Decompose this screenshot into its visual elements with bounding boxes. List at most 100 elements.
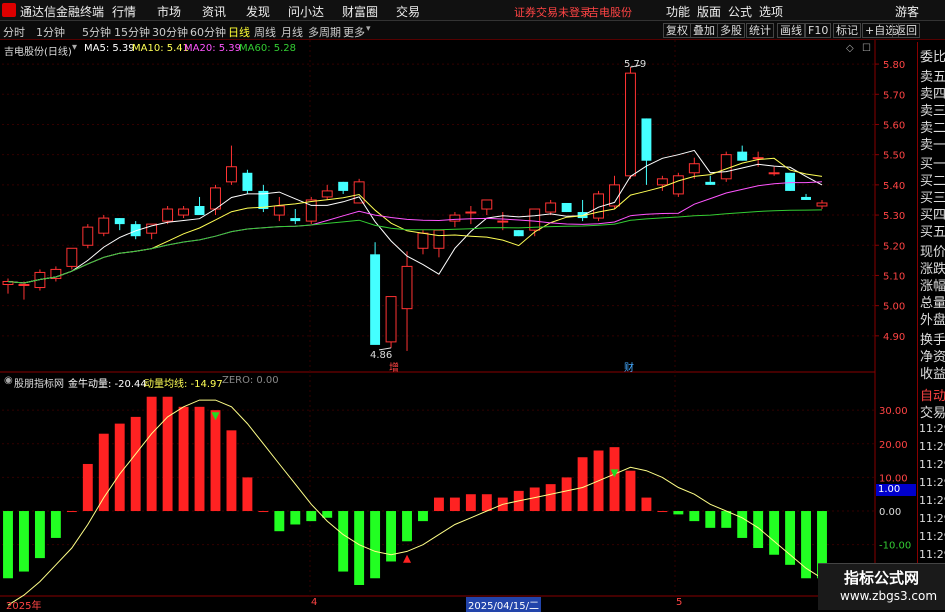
- menu-layout[interactable]: 版面: [697, 3, 721, 20]
- period-daily[interactable]: 日线: [228, 24, 250, 40]
- draw-line-button[interactable]: 画线: [777, 23, 805, 38]
- period-15min[interactable]: 15分钟: [114, 24, 150, 40]
- more-chevron-icon[interactable]: ▾: [366, 24, 371, 34]
- period-60min[interactable]: 60分钟: [190, 24, 226, 40]
- price-tick-label: 5.80: [883, 60, 905, 71]
- candle-body-down: [370, 254, 381, 345]
- candle-body-up: [816, 202, 828, 207]
- period-more[interactable]: 更多: [343, 24, 365, 40]
- momentum-bar-positive: [258, 511, 269, 513]
- menu-trade[interactable]: 交易: [396, 3, 420, 20]
- period-multi[interactable]: 多周期: [308, 24, 341, 40]
- event-marker-finance[interactable]: 财: [624, 359, 634, 374]
- restore-right-button[interactable]: 复权: [663, 23, 691, 38]
- momentum-bar-negative: [3, 511, 13, 579]
- tick-time: 11:29: [919, 494, 945, 507]
- menu-market[interactable]: 市场: [157, 3, 181, 20]
- multi-stock-button[interactable]: 多股: [717, 23, 745, 38]
- menu-quotes[interactable]: 行情: [112, 3, 136, 20]
- mark-button[interactable]: 标记: [833, 23, 861, 38]
- candle-body-up: [433, 229, 445, 249]
- price-tick-label: 5.20: [883, 241, 905, 252]
- price-tick-label: 5.40: [883, 181, 905, 192]
- indicator-tick-label: 30.00: [879, 406, 908, 417]
- candle-body-up: [768, 172, 780, 175]
- sidebar-earnings: 收益: [920, 367, 945, 382]
- menu-ask[interactable]: 问小达: [288, 3, 324, 20]
- candle-body-up: [305, 199, 317, 222]
- period-5min[interactable]: 5分钟: [82, 24, 111, 40]
- momentum-avg-line: [7, 399, 823, 606]
- indicator-tick-label: 0.00: [879, 507, 901, 518]
- momentum-bar-negative: [785, 511, 796, 565]
- candle-body-up: [625, 72, 636, 177]
- momentum-bar-positive: [82, 463, 93, 512]
- candle-body-down: [641, 118, 652, 161]
- period-monthly[interactable]: 月线: [281, 24, 303, 40]
- momentum-bar-negative: [274, 511, 285, 532]
- momentum-bar-negative: [721, 511, 732, 528]
- overlay-button[interactable]: 叠加: [690, 23, 718, 38]
- momentum-bar-positive: [66, 511, 77, 513]
- momentum-bar-negative: [705, 511, 716, 528]
- momentum-bar-negative: [50, 511, 61, 538]
- app-title: 通达信金融终端: [20, 5, 105, 19]
- candle-body-down: [705, 181, 716, 185]
- price-tick-label: 5.70: [883, 90, 905, 101]
- tick-time: 11:29: [919, 476, 945, 489]
- sidebar-ask1: 卖一: [920, 138, 945, 153]
- menu-formula[interactable]: 公式: [728, 3, 752, 20]
- guest-label[interactable]: 游客: [895, 3, 919, 20]
- sidebar-trade[interactable]: 交易: [920, 402, 945, 421]
- buy-arrow-icon: [403, 554, 412, 563]
- menu-wealth[interactable]: 财富圈: [342, 3, 378, 20]
- candle-body-down: [513, 230, 524, 237]
- candle-body-up: [449, 214, 461, 222]
- candle-body-up: [226, 166, 237, 183]
- candle-body-up: [752, 157, 764, 160]
- candle-body-up: [656, 178, 668, 186]
- menu-options[interactable]: 选项: [759, 3, 783, 20]
- momentum-bar-positive: [481, 494, 492, 512]
- momentum-bar-positive: [194, 406, 205, 512]
- f10-button[interactable]: F10: [805, 23, 832, 38]
- back-button[interactable]: 返回: [892, 23, 920, 38]
- watermark-title: 指标公式网: [844, 569, 920, 587]
- date-axis-month-4: 4: [311, 597, 318, 608]
- indicator-tick-label: 20.00: [879, 440, 908, 451]
- login-notice[interactable]: 证券交易未登录: [514, 4, 591, 20]
- candle-body-up: [545, 202, 557, 213]
- kline-chart[interactable]: 4.90 5.00 5.10 5.20 5.30 5.40 5.50 5.60 5.70 5.80…: [0, 40, 917, 609]
- period-weekly[interactable]: 周线: [254, 24, 276, 40]
- menu-discover[interactable]: 发现: [246, 3, 270, 20]
- momentum-bar-positive: [433, 497, 444, 512]
- candle-body-up: [385, 296, 397, 343]
- candle-body-up: [417, 232, 429, 249]
- candle-body-down: [785, 172, 796, 191]
- period-timeshare[interactable]: 分时: [3, 24, 25, 40]
- tick-time: 11:29: [919, 422, 945, 435]
- period-1min[interactable]: 1分钟: [36, 24, 65, 40]
- menu-function[interactable]: 功能: [666, 3, 690, 20]
- momentum-bar-negative: [34, 511, 45, 559]
- statistics-button[interactable]: 统计: [746, 23, 774, 38]
- momentum-bar-positive: [657, 511, 668, 513]
- period-30min[interactable]: 30分钟: [152, 24, 188, 40]
- sidebar-outer: 外盘: [920, 313, 945, 328]
- momentum-bar-negative: [354, 511, 365, 585]
- menubar: 通达信金融终端 行情 市场 资讯 发现 问小达 财富圈 交易 证券交易未登录 吉…: [0, 0, 945, 21]
- candle-body-up: [210, 187, 221, 210]
- menu-news[interactable]: 资讯: [202, 3, 226, 20]
- candle-body-down: [737, 151, 748, 161]
- indicator-tick-label: 10.00: [879, 473, 908, 484]
- event-marker-increase[interactable]: 增: [389, 359, 399, 374]
- momentum-bar-negative: [402, 511, 412, 542]
- momentum-bar-positive: [210, 410, 221, 512]
- high-price-label: 5.79: [624, 59, 647, 70]
- candle-body-down: [290, 218, 301, 222]
- candle-body-down: [338, 181, 349, 191]
- momentum-bar-positive: [561, 477, 572, 512]
- header-stock-name: 吉电股份: [588, 6, 632, 19]
- ma60-line: [7, 209, 823, 284]
- watermark-url: www.zbgs3.com: [840, 589, 938, 603]
